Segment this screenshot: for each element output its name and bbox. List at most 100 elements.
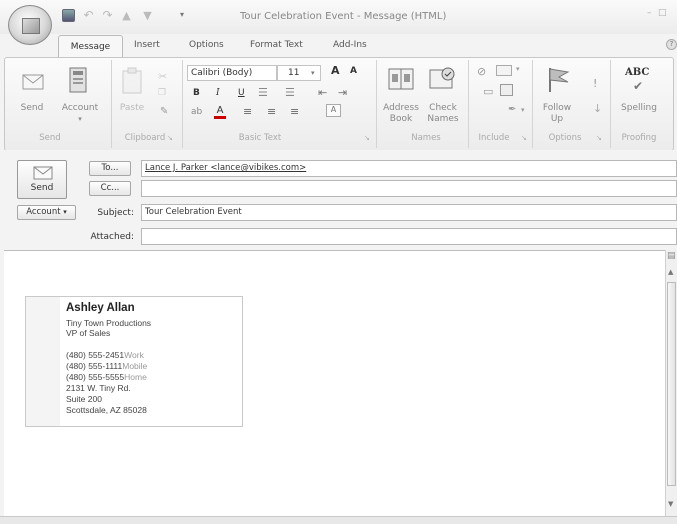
paste-label: Paste <box>119 103 145 113</box>
scroll-down-icon[interactable]: ▼ <box>668 500 673 508</box>
include-launcher-icon[interactable]: ↘ <box>521 134 527 142</box>
attached-field[interactable] <box>141 228 677 245</box>
to-recipient[interactable]: Lance J. Parker <lance@vibikes.com> <box>145 163 306 173</box>
font-size-dropdown[interactable]: 11 ▾ <box>277 65 321 81</box>
office-button[interactable] <box>8 5 52 45</box>
paste-button[interactable] <box>120 67 146 97</box>
basic-text-launcher-icon[interactable]: ↘ <box>364 134 370 142</box>
phone-number: (480) 555-2451 <box>66 350 125 360</box>
tab-message[interactable]: Message <box>58 35 123 58</box>
status-bar <box>0 516 677 524</box>
bullets-icon[interactable]: ☰ <box>258 86 268 99</box>
include-group-label: Include <box>478 133 510 143</box>
spelling-label: Spelling <box>621 103 657 113</box>
decrease-indent-icon[interactable]: ⇤ <box>318 86 327 99</box>
italic-button[interactable]: I <box>216 88 220 98</box>
low-importance-icon[interactable]: ↓ <box>593 102 602 115</box>
tab-format-text[interactable]: Format Text <box>250 40 303 50</box>
numbering-icon[interactable]: ☰ <box>285 86 295 99</box>
group-separator <box>182 60 183 148</box>
group-separator <box>610 60 611 148</box>
card-phone-work: (480) 555-2451Work <box>66 350 144 360</box>
to-button[interactable]: To... <box>89 161 131 176</box>
phone-number: (480) 555-1111 <box>66 361 123 371</box>
business-card[interactable]: Ashley Allan Tiny Town Productions VP of… <box>25 296 243 427</box>
format-painter-icon[interactable]: ✎ <box>160 106 168 117</box>
clear-formatting-icon[interactable]: A <box>326 104 341 117</box>
card-company: Tiny Town Productions <box>66 318 152 328</box>
account-ribbon-button[interactable] <box>64 66 92 98</box>
account-button[interactable]: Account ▾ <box>17 205 76 220</box>
send-ribbon-button[interactable] <box>22 70 46 96</box>
signature-icon[interactable]: ✒ <box>508 104 516 115</box>
cc-button[interactable]: Cc... <box>89 181 131 196</box>
redo-icon[interactable]: ↷ <box>101 9 114 22</box>
increase-indent-icon[interactable]: ⇥ <box>338 86 347 99</box>
highlight-icon[interactable]: ab <box>191 107 202 117</box>
subject-field[interactable]: Tour Celebration Event <box>141 204 677 221</box>
account-ribbon-label: Account <box>61 103 99 113</box>
scroll-thumb[interactable] <box>667 282 676 486</box>
vertical-scrollbar[interactable]: ▤ ▲ ▼ <box>665 250 677 516</box>
font-name-dropdown[interactable]: Calibri (Body) <box>187 65 277 81</box>
help-icon[interactable]: ? <box>666 39 677 50</box>
underline-button[interactable]: U <box>238 88 245 98</box>
send-envelope-icon <box>22 74 44 90</box>
options-group-label: Options <box>548 133 582 143</box>
subject-label: Subject: <box>97 208 134 218</box>
save-icon[interactable] <box>62 9 75 22</box>
scroll-up-icon[interactable]: ▲ <box>668 268 673 276</box>
basic-text-group-label: Basic Text <box>238 133 282 143</box>
tab-insert[interactable]: Insert <box>134 40 160 50</box>
cc-field[interactable] <box>141 180 677 197</box>
shrink-font-icon[interactable]: A <box>350 66 357 76</box>
flag-icon <box>549 68 570 92</box>
font-color-icon[interactable]: A <box>214 106 226 119</box>
options-launcher-icon[interactable]: ↘ <box>596 134 602 142</box>
align-center-icon[interactable]: ≡ <box>267 105 276 118</box>
address-book-button[interactable] <box>387 66 415 94</box>
tab-options[interactable]: Options <box>189 40 224 50</box>
align-right-icon[interactable]: ≡ <box>290 105 299 118</box>
undo-icon[interactable]: ↶ <box>82 9 95 22</box>
business-card-icon[interactable]: ▭ <box>483 85 493 98</box>
card-name: Ashley Allan <box>66 302 135 314</box>
follow-up-button[interactable] <box>544 64 572 94</box>
ruler-icon[interactable]: ▤ <box>667 251 676 261</box>
copy-icon[interactable]: ❐ <box>158 88 166 98</box>
attach-item-icon[interactable] <box>496 65 512 76</box>
send-ribbon-label: Send <box>20 103 44 113</box>
calendar-icon[interactable] <box>500 84 513 96</box>
grow-font-icon[interactable]: A <box>331 64 340 77</box>
group-separator <box>111 60 112 148</box>
card-phone-mobile: (480) 555-1111Mobile <box>66 361 147 371</box>
attach-file-icon[interactable]: ⊘ <box>477 65 486 78</box>
customize-toolbar-icon[interactable]: ▾ <box>180 10 184 19</box>
chevron-down-icon: ▾ <box>516 65 520 73</box>
maximize-button[interactable]: □ <box>658 8 667 18</box>
tab-add-ins[interactable]: Add-Ins <box>333 40 367 50</box>
office-logo-icon <box>22 18 40 34</box>
group-separator <box>376 60 377 148</box>
cut-icon[interactable]: ✂ <box>158 70 167 83</box>
spelling-button[interactable]: ABC ✔ <box>621 64 657 94</box>
check-names-label-2: Names <box>427 114 459 124</box>
card-title: VP of Sales <box>66 328 111 338</box>
follow-up-label-1: Follow <box>542 103 572 113</box>
minimize-button[interactable]: – <box>647 8 652 18</box>
font-size-value: 11 <box>288 68 300 78</box>
clipboard-launcher-icon[interactable]: ↘ <box>167 134 173 142</box>
chevron-down-icon: ▾ <box>63 208 67 216</box>
high-importance-icon[interactable]: ! <box>593 77 597 90</box>
next-item-icon[interactable]: ▼ <box>141 9 154 22</box>
align-left-icon[interactable]: ≡ <box>243 105 252 118</box>
to-field[interactable]: Lance J. Parker <lance@vibikes.com> <box>141 160 677 177</box>
bold-button[interactable]: B <box>193 88 200 98</box>
previous-item-icon[interactable]: ▲ <box>120 9 133 22</box>
card-side-panel <box>26 297 60 426</box>
send-group-label: Send <box>39 133 61 143</box>
proofing-group-label: Proofing <box>621 133 657 143</box>
check-names-button[interactable] <box>428 64 458 94</box>
send-button[interactable]: Send <box>17 160 67 199</box>
phone-number: (480) 555-5555 <box>66 372 125 382</box>
